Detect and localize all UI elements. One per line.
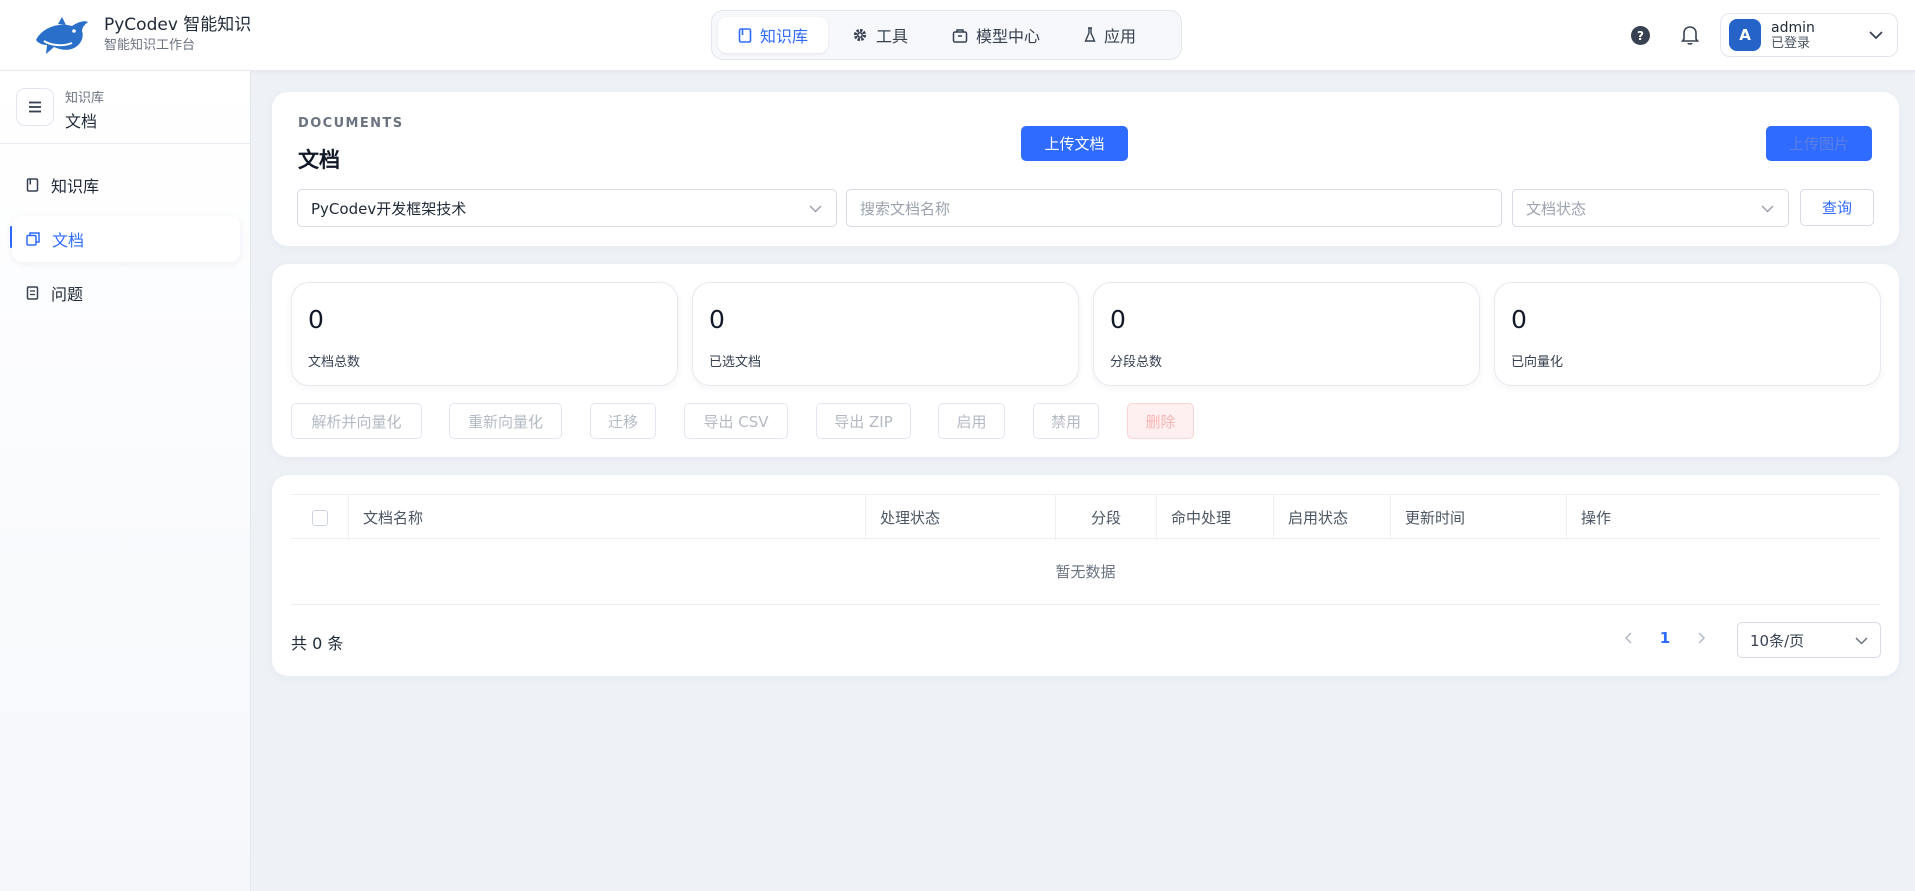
stat-label: 文档总数 [308,355,361,370]
column-header[interactable]: 命中处理 [1156,495,1273,540]
book-icon [26,178,39,192]
page-size-value: 10条/页 [1750,631,1805,650]
chevron-down-icon [1855,637,1868,645]
stat-vectorized: 0 已向量化 [1494,282,1881,386]
column-header[interactable]: 启用状态 [1273,495,1390,540]
bell-icon[interactable] [1680,24,1700,46]
user-status: 已登录 [1771,35,1811,51]
stat-total-documents: 0 文档总数 [291,282,678,386]
chevron-down-icon [1869,31,1883,40]
stat-selected-documents: 0 已选文档 [692,282,1079,386]
sidebar-collapse-button[interactable] [16,88,54,126]
sidebar-title: 文档 [65,112,98,131]
top-nav: 知识库 工具 模型中心 应用 [711,10,1182,60]
search-placeholder: 搜索文档名称 [860,199,951,218]
stat-value: 0 [709,305,725,334]
migrate-button[interactable]: 迁移 [590,403,656,439]
parse-vectorize-button[interactable]: 解析并向量化 [291,403,422,439]
page-number[interactable]: 1 [1658,629,1672,647]
upload-document-button[interactable]: 上传文档 [1021,126,1128,161]
help-icon[interactable]: ? [1631,26,1650,45]
select-value: PyCodev开发框架技术 [311,199,467,218]
brand-subtitle: 智能知识工作台 [104,38,196,53]
column-header[interactable]: 分段 [1055,495,1156,540]
section-eyebrow: DOCUMENTS [298,116,404,131]
stat-label: 已向量化 [1511,355,1564,370]
chevron-right-icon[interactable] [1696,631,1706,645]
sidebar: 知识库 文档 知识库 文档 问题 [0,71,251,891]
brand[interactable]: PyCodev 智能知识 智能知识工作台 [32,14,251,56]
upload-image-button[interactable]: 上传图片 [1766,126,1872,161]
search-input[interactable]: 搜索文档名称 [846,189,1502,227]
disable-button[interactable]: 禁用 [1033,403,1099,439]
sidebar-header: 知识库 文档 [0,71,250,144]
nav-knowledge-base[interactable]: 知识库 [718,17,829,53]
gear-icon [852,27,868,43]
stat-value: 0 [308,305,324,334]
page-size-select[interactable]: 10条/页 [1737,622,1881,658]
knowledge-base-select[interactable]: PyCodev开发框架技术 [297,189,837,227]
chevron-down-icon [1761,205,1774,213]
enable-button[interactable]: 启用 [938,403,1005,439]
copy-icon [26,232,40,246]
nav-label: 工具 [876,27,909,46]
stat-label: 分段总数 [1110,355,1163,370]
document-status-select[interactable]: 文档状态 [1512,189,1789,227]
column-header: 操作 [1566,495,1880,540]
top-header: PyCodev 智能知识 智能知识工作台 知识库 工具 模型中心 应用 ? A … [0,0,1915,71]
dolphin-logo-icon [36,17,88,54]
stat-total-segments: 0 分段总数 [1093,282,1480,386]
total-count: 共 0 条 [291,634,344,653]
chevron-down-icon [809,205,822,213]
stats-card: 0 文档总数 0 已选文档 0 分段总数 0 已向量化 解析并向量化 重新向量化… [272,264,1899,457]
query-button[interactable]: 查询 [1800,189,1874,226]
select-all-cell [291,495,348,540]
sidebar-item-questions[interactable]: 问题 [12,270,240,316]
export-csv-button[interactable]: 导出 CSV [684,403,788,439]
sidebar-item-label: 知识库 [51,177,100,196]
stat-label: 已选文档 [709,355,762,370]
table-header: 文档名称 处理状态 分段 命中处理 启用状态 更新时间 操作 [291,494,1880,540]
nav-apps[interactable]: 应用 [1064,17,1156,53]
book-icon [738,27,752,43]
page-title: 文档 [298,148,340,172]
box-icon [952,28,968,43]
column-header[interactable]: 文档名称 [348,495,865,540]
nav-model-center[interactable]: 模型中心 [932,17,1060,53]
user-name: admin [1771,19,1815,36]
list-icon [26,286,39,300]
brand-title: PyCodev 智能知识 [104,15,252,35]
avatar: A [1729,19,1761,51]
nav-label: 知识库 [760,27,809,46]
chevron-left-icon[interactable] [1624,631,1634,645]
documents-table-card: 文档名称 处理状态 分段 命中处理 启用状态 更新时间 操作 暂无数据 共 0 … [272,475,1899,676]
nav-label: 模型中心 [976,27,1041,46]
export-zip-button[interactable]: 导出 ZIP [816,403,911,439]
sidebar-item-knowledge-base[interactable]: 知识库 [12,162,240,208]
menu-icon [29,101,41,113]
sidebar-item-label: 文档 [52,231,85,250]
delete-button[interactable]: 删除 [1127,403,1194,439]
stat-value: 0 [1110,305,1126,334]
nav-tools[interactable]: 工具 [832,17,928,53]
documents-table: 文档名称 处理状态 分段 命中处理 启用状态 更新时间 操作 暂无数据 [291,494,1880,605]
nav-label: 应用 [1104,27,1137,46]
documents-filter-card: DOCUMENTS 文档 上传文档 上传图片 PyCodev开发框架技术 搜索文… [272,92,1899,246]
stat-value: 0 [1511,305,1527,334]
sidebar-item-label: 问题 [51,285,84,304]
sidebar-item-documents[interactable]: 文档 [12,216,240,262]
flask-icon [1084,27,1096,43]
status-placeholder: 文档状态 [1526,199,1587,218]
sidebar-breadcrumb: 知识库 [65,91,105,106]
revectorize-button[interactable]: 重新向量化 [449,403,562,439]
select-all-checkbox[interactable] [311,509,328,526]
column-header[interactable]: 更新时间 [1390,495,1566,540]
empty-state: 暂无数据 [291,539,1880,605]
user-menu[interactable]: A admin 已登录 [1720,13,1898,57]
column-header[interactable]: 处理状态 [865,495,1055,540]
